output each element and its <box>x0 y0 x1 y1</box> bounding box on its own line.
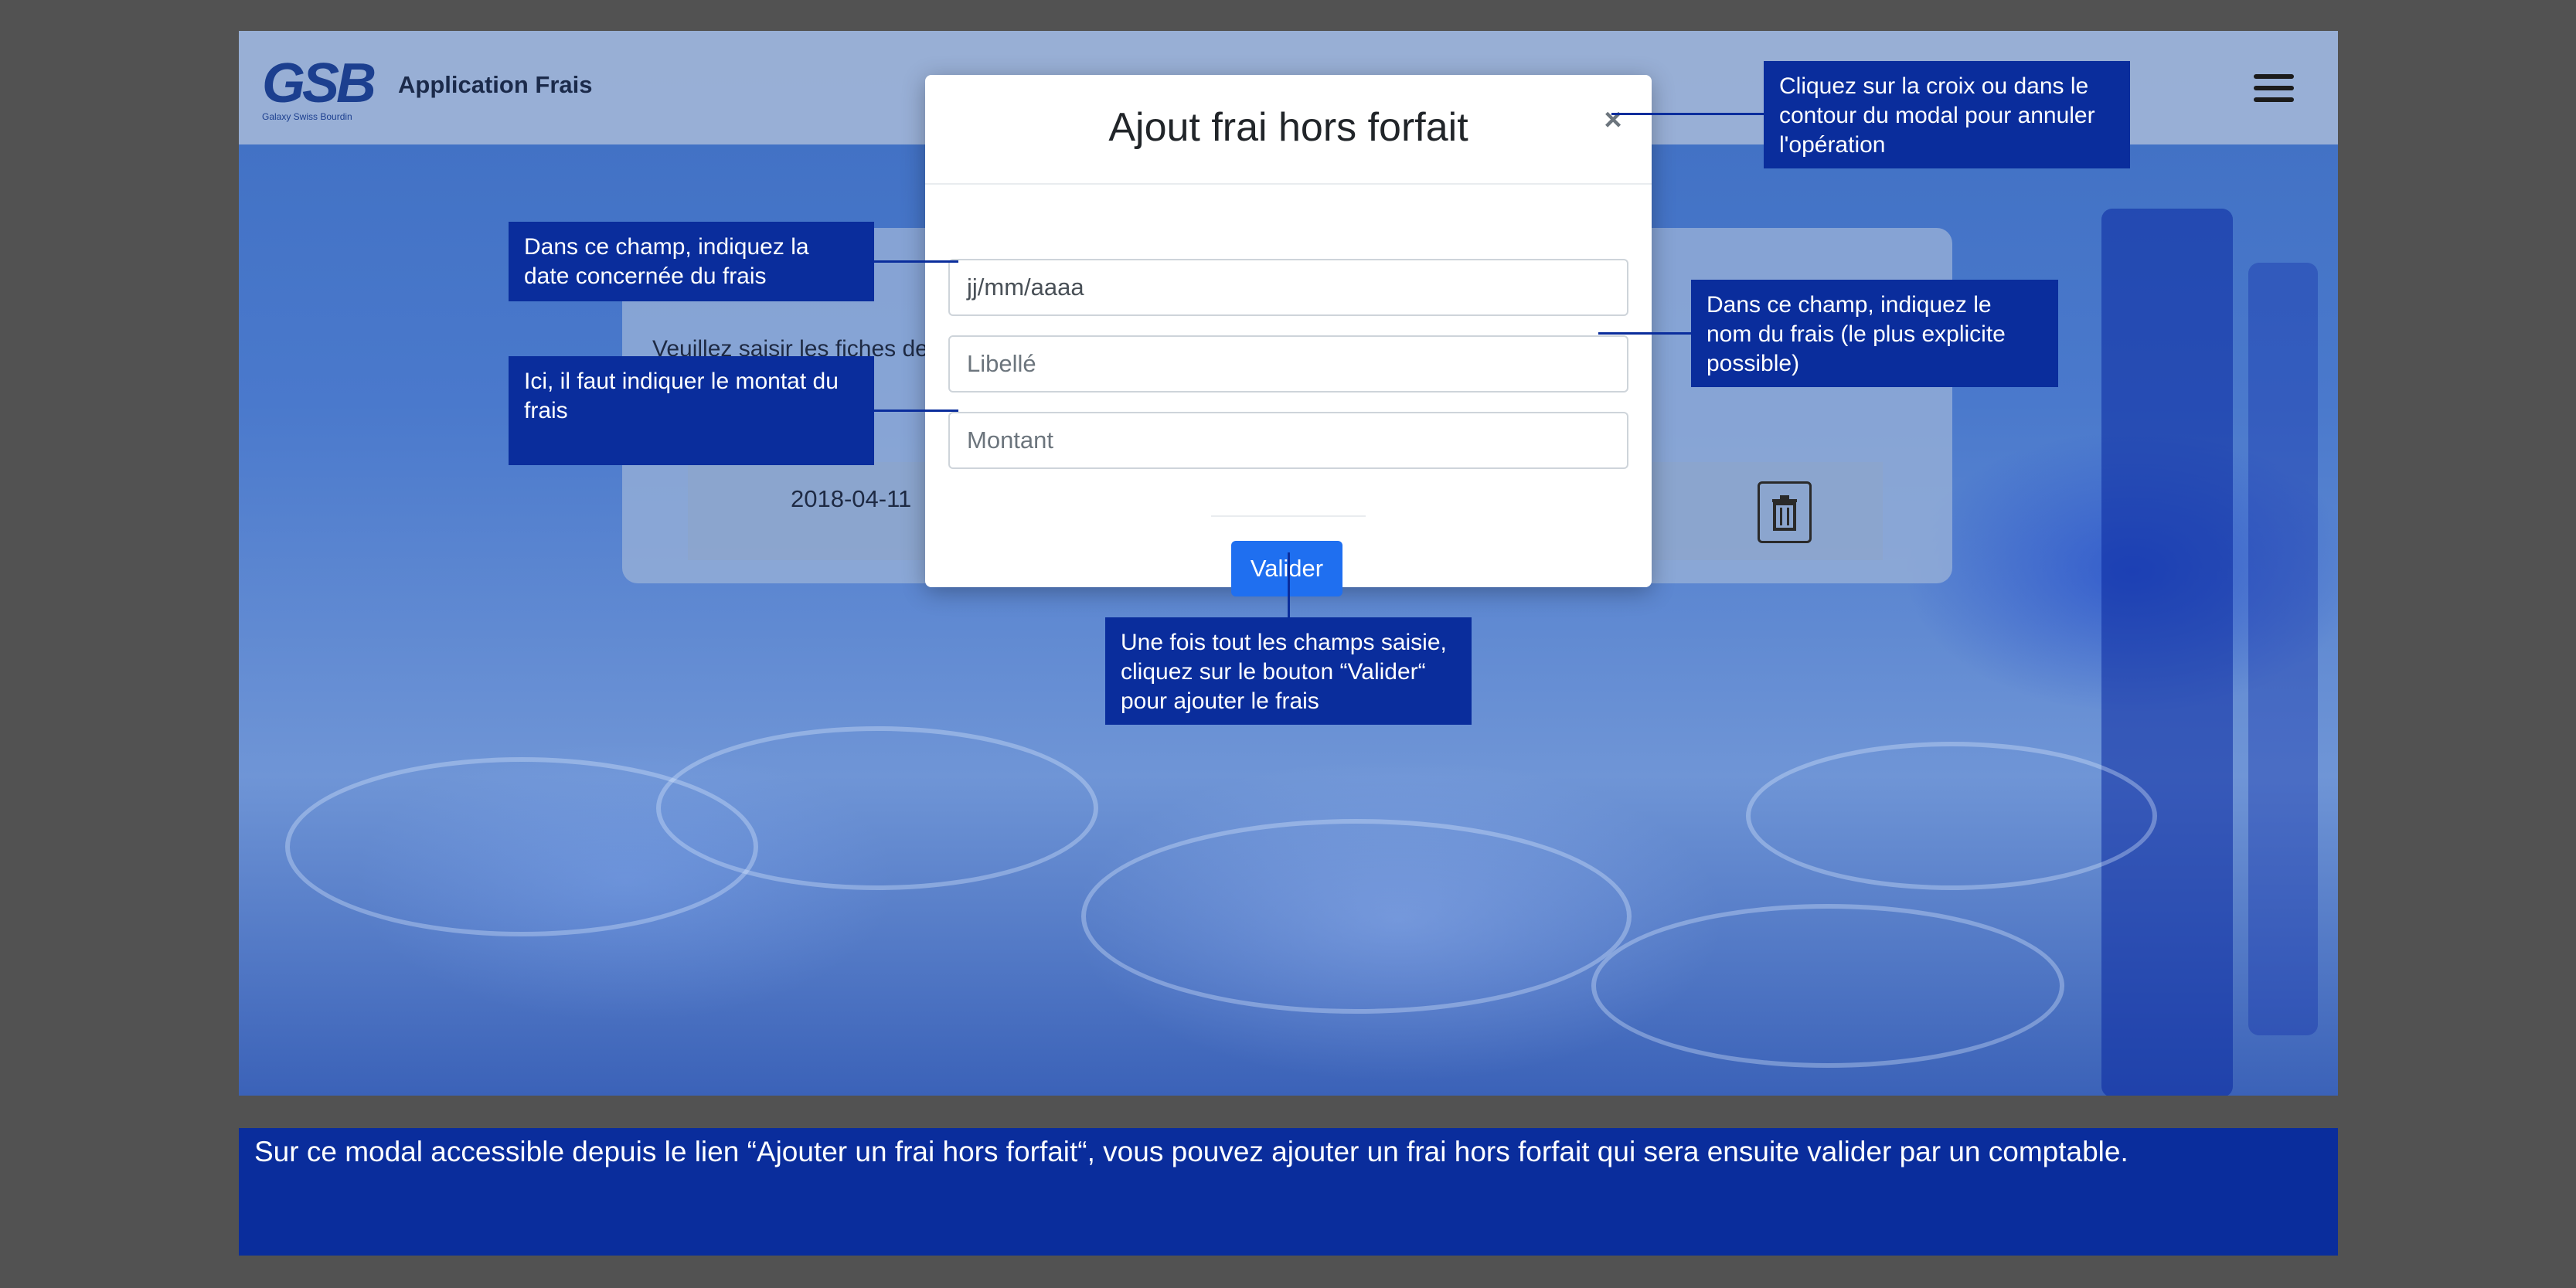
connector-line <box>1611 113 1766 115</box>
trash-icon[interactable] <box>1758 481 1812 543</box>
modal-divider <box>1211 515 1366 517</box>
add-expense-modal[interactable]: Ajout frai hors forfait × jj/mm/aaaa Lib… <box>925 75 1652 596</box>
hamburger-menu-icon[interactable] <box>2254 74 2294 104</box>
date-field[interactable]: jj/mm/aaaa <box>948 259 1628 316</box>
label-field[interactable]: Libellé <box>948 335 1628 393</box>
background-glass <box>656 726 1098 890</box>
logo-mark: GSB <box>262 53 376 114</box>
background-lab-tube <box>2101 209 2233 1096</box>
background-glass <box>1746 742 2157 890</box>
annotation-close: Cliquez sur la croix ou dans le contour … <box>1764 61 2130 168</box>
connector-line <box>873 260 958 263</box>
annotation-label: Dans ce champ, indiquez le nom du frais … <box>1691 280 2058 387</box>
hamburger-line <box>2254 97 2294 102</box>
connector-line <box>1288 552 1290 617</box>
close-icon[interactable]: × <box>1598 104 1628 135</box>
annotation-date: Dans ce champ, indiquez la date concerné… <box>509 222 874 301</box>
hamburger-line <box>2254 74 2294 79</box>
trash-icon-svg <box>1772 495 1797 531</box>
background-glass <box>1081 819 1632 1014</box>
modal-title: Ajout frai hors forfait <box>1108 105 1468 150</box>
annotation-submit: Une fois tout les champs saisie, cliquez… <box>1105 617 1472 725</box>
footer-description: Sur ce modal accessible depuis le lien “… <box>239 1128 2338 1256</box>
background-glass <box>1591 904 2064 1068</box>
annotation-amount: Ici, il faut indiquer le montat du frais <box>509 356 874 465</box>
amount-field[interactable]: Montant <box>948 412 1628 469</box>
row-date: 2018-04-11 <box>791 485 912 512</box>
connector-line <box>1598 332 1691 335</box>
submit-button[interactable]: Valider <box>1231 541 1342 596</box>
hamburger-line <box>2254 86 2294 90</box>
gsb-logo[interactable]: GSB Galaxy Swiss Bourdin <box>262 53 378 126</box>
modal-header: Ajout frai hors forfait × <box>925 75 1652 185</box>
connector-line <box>873 410 958 412</box>
app-title[interactable]: Application Frais <box>398 71 592 99</box>
background-lab-tube <box>2248 263 2318 1035</box>
